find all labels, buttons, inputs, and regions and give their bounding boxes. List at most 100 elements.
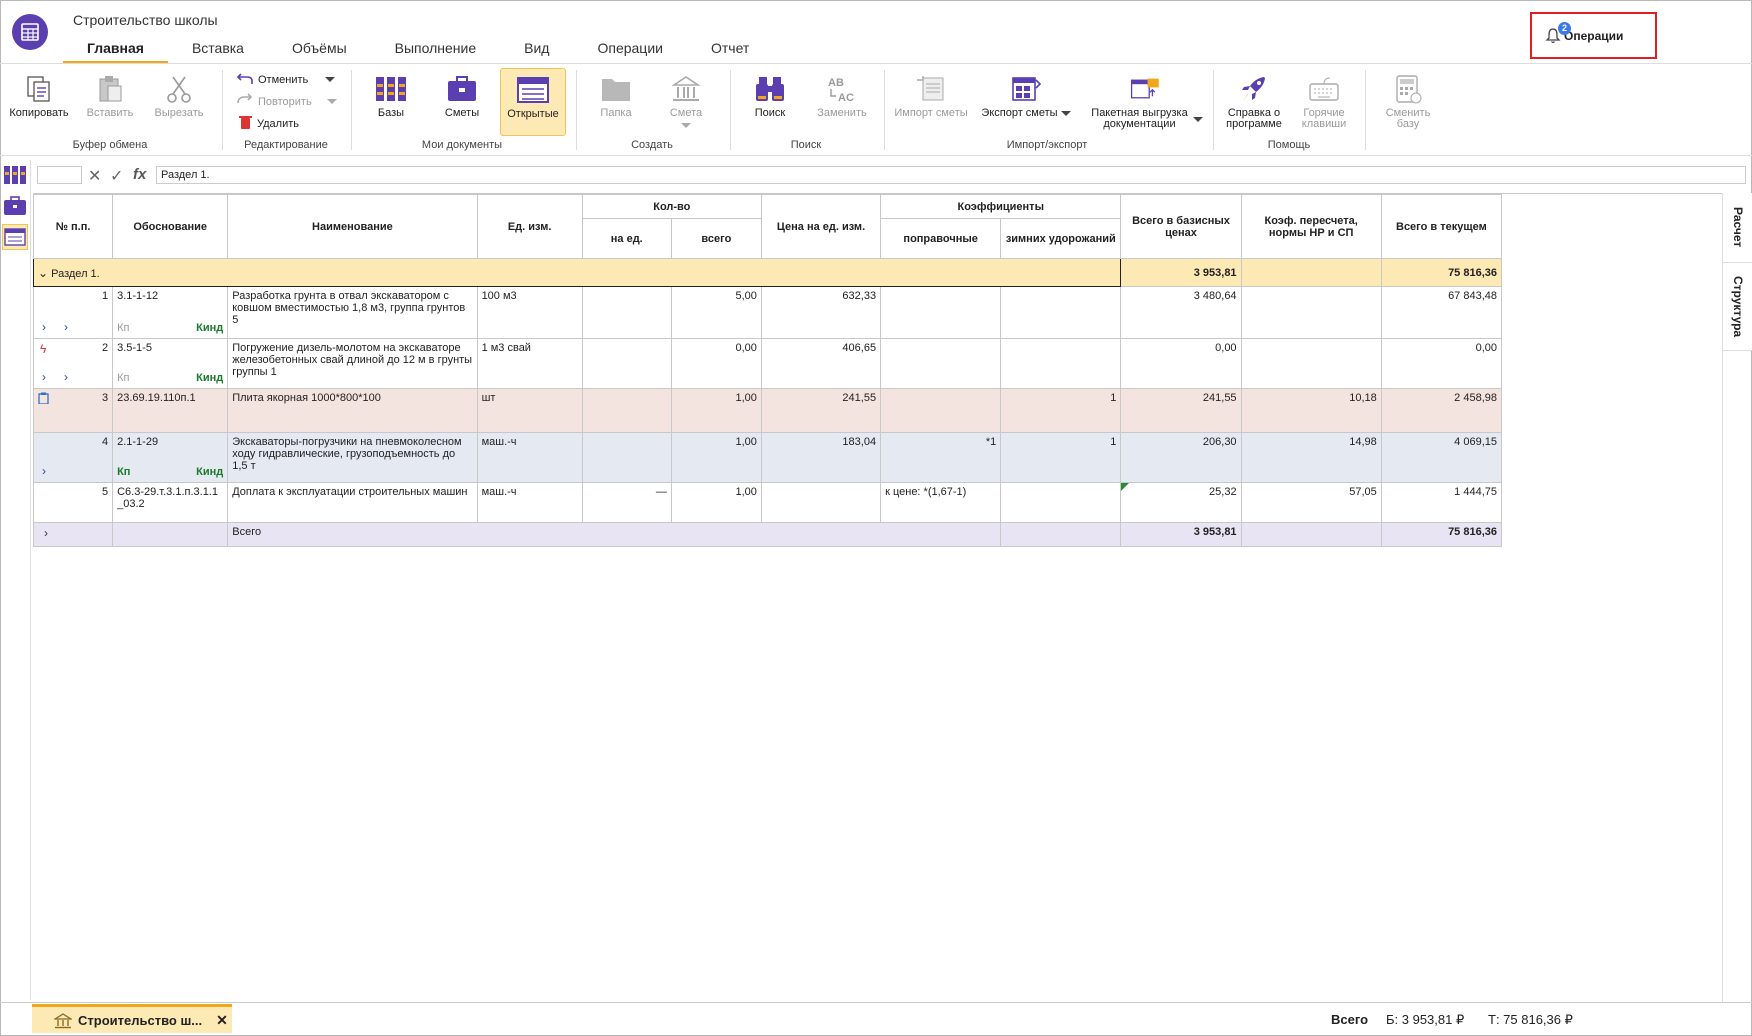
estimates-button[interactable]: Сметы (432, 72, 492, 119)
tab-execution[interactable]: Выполнение (371, 36, 500, 64)
estimate-table-area: № п.п. Обоснование Наименование Ед. изм.… (32, 193, 1722, 1000)
col-header-coef[interactable]: Коэффициенты (880, 194, 1122, 219)
cancel-icon[interactable]: ✕ (88, 166, 101, 186)
paste-button[interactable]: Вставить (80, 72, 140, 119)
col-header-total-current[interactable]: Всего в текущем (1380, 194, 1503, 259)
tab-view[interactable]: Вид (500, 36, 573, 64)
kp-label[interactable]: Кп (117, 322, 129, 334)
status-current-total: Т: 75 816,36 ₽ (1488, 1012, 1573, 1027)
new-folder-button[interactable]: Папка (586, 72, 646, 119)
col-header-qty-unit[interactable]: на ед. (581, 218, 672, 259)
formula-input[interactable]: Раздел 1. (156, 166, 1746, 184)
col-header-coef-winter[interactable]: зимних удорожаний (1000, 218, 1122, 259)
col-header-unit[interactable]: Ед. изм. (476, 194, 583, 259)
function-icon[interactable]: fx (133, 166, 146, 183)
sidebar-estimates-icon[interactable] (2, 193, 28, 219)
tab-structure[interactable]: Структура (1723, 263, 1752, 351)
row-name: Доплата к эксплуатации строительных маши… (227, 482, 478, 523)
redo-dropdown-icon[interactable] (326, 99, 337, 104)
row-qty-total: 0,00 (670, 338, 762, 389)
chevron-down-icon[interactable]: ⌄ (38, 266, 48, 280)
ribbon-separator (222, 70, 223, 150)
status-bar: Строительство ш... ✕ Всего Б: 3 953,81 ₽… (0, 1002, 1752, 1034)
row-unit: 1 м3 свай (476, 338, 583, 389)
undo-button[interactable]: Отменить (236, 71, 336, 88)
notification-badge: 2 (1558, 22, 1571, 35)
delete-button[interactable]: Удалить (239, 115, 299, 132)
tab-home[interactable]: Главная (63, 36, 168, 64)
chevron-right-icon[interactable]: › (64, 370, 68, 384)
col-header-total-base[interactable]: Всего в базисных ценах (1120, 194, 1242, 259)
section-row[interactable]: ⌄ Раздел 1. 3 953,81 75 816,36 (32, 258, 1503, 287)
import-estimate-button[interactable]: Импорт сметы (890, 72, 972, 119)
col-header-basis[interactable]: Обоснование (112, 194, 229, 259)
copy-button[interactable]: Копировать (7, 72, 71, 119)
table-row[interactable]: 1 › › 3.1-1-12 Кп Кинд Разработка грунта… (32, 286, 1503, 339)
bases-button[interactable]: Базы (361, 72, 421, 119)
export-estimate-button[interactable]: Экспорт сметы (978, 72, 1074, 119)
row-num: 1 (101, 290, 109, 302)
chevron-right-icon[interactable]: › (42, 370, 46, 384)
undo-dropdown-icon[interactable] (325, 77, 336, 82)
row-qty-total: 1,00 (670, 388, 762, 433)
paste-icon (94, 72, 126, 106)
open-documents-label: Открытые (507, 108, 559, 120)
chevron-right-icon[interactable]: › (42, 464, 46, 478)
kp-label[interactable]: Кп (117, 372, 129, 384)
col-header-qty-total[interactable]: всего (670, 218, 762, 259)
kind-label[interactable]: Кинд (196, 466, 223, 478)
col-header-price[interactable]: Цена на ед. изм. (760, 194, 882, 259)
folder-icon (600, 72, 632, 106)
sidebar-open-documents-icon[interactable] (2, 224, 28, 250)
tab-operations[interactable]: Операции (573, 36, 687, 64)
col-header-qty[interactable]: Кол-во (581, 194, 762, 219)
replace-button[interactable]: AB AC Заменить (810, 72, 874, 119)
chevron-right-icon[interactable]: › (42, 320, 46, 334)
sidebar-bases-icon[interactable] (2, 162, 28, 188)
kind-label[interactable]: Кинд (196, 372, 223, 384)
row-basis: 2.1-1-29 (117, 436, 159, 448)
tab-calculation[interactable]: Расчет (1723, 193, 1752, 263)
row-price: 406,65 (760, 338, 882, 389)
document-tab[interactable]: Строительство ш... ✕ (32, 1004, 232, 1033)
kp-label[interactable]: Кп (117, 466, 130, 478)
close-icon[interactable]: ✕ (216, 1012, 228, 1029)
batch-export-button[interactable]: Пакетная выгрузка документации (1086, 72, 1206, 130)
table-row[interactable]: 5 С6.3-29.т.3.1.п.3.1.1_03.2 Доплата к э… (32, 482, 1503, 523)
cut-button[interactable]: Вырезать (148, 72, 210, 119)
col-header-name[interactable]: Наименование (227, 194, 478, 259)
chevron-right-icon[interactable]: › (44, 526, 48, 540)
tab-report[interactable]: Отчет (687, 36, 773, 64)
bell-icon: 2 (1544, 22, 1571, 45)
cell-reference-field[interactable] (37, 166, 82, 184)
app-logo-icon[interactable] (12, 14, 48, 50)
row-total-current: 67 843,48 (1380, 286, 1503, 339)
about-button[interactable]: Справка о программе (1222, 72, 1286, 130)
app-title: Строительство школы (73, 12, 218, 28)
row-coef-corr (880, 388, 1002, 433)
total-row[interactable]: › Всего 3 953,81 75 816,36 (32, 522, 1503, 547)
col-header-recalc[interactable]: Коэф. пересчета, нормы НР и СП (1240, 194, 1382, 259)
calculator-icon (1392, 72, 1424, 106)
switch-base-button[interactable]: Сменить базу (1376, 72, 1440, 130)
tab-insert[interactable]: Вставка (168, 36, 268, 64)
operations-button[interactable]: 2 Операции (1544, 22, 1623, 45)
new-estimate-button[interactable]: Смета (656, 72, 716, 128)
confirm-icon[interactable]: ✓ (110, 166, 123, 186)
table-row[interactable]: 4 › 2.1-1-29 Кп Кинд Экскаваторы-погрузч… (32, 432, 1503, 483)
table-row[interactable]: 3 23.69.19.110п.1 Плита якорная 1000*800… (32, 388, 1503, 433)
redo-button[interactable]: Повторить (237, 93, 337, 110)
col-header-num[interactable]: № п.п. (32, 194, 114, 259)
row-total-base: 3 480,64 (1120, 286, 1242, 339)
chevron-right-icon[interactable]: › (64, 320, 68, 334)
table-row[interactable]: ϟ 2 › › 3.5-1-5 Кп Кинд Погружение дизел… (32, 338, 1503, 389)
row-total-current: 0,00 (1380, 338, 1503, 389)
kind-label[interactable]: Кинд (196, 322, 223, 334)
find-button[interactable]: Поиск (740, 72, 800, 119)
tab-volumes[interactable]: Объёмы (268, 36, 371, 64)
hotkeys-button[interactable]: Горячие клавиши (1292, 72, 1356, 130)
open-documents-button[interactable]: Открытые (500, 68, 566, 136)
col-header-coef-corr[interactable]: поправочные (880, 218, 1002, 259)
row-qty-unit (581, 432, 672, 483)
hotkeys-label: Горячие клавиши (1301, 107, 1347, 130)
